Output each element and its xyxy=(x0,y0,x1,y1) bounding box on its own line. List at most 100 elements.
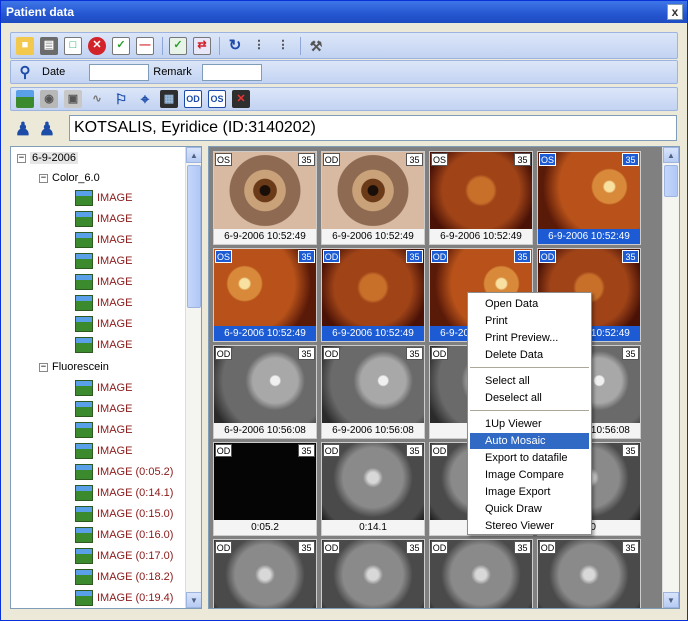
tools-button[interactable]: ⚒ xyxy=(305,35,327,57)
image-tile[interactable]: OD 35 xyxy=(537,539,641,608)
tree-item-label: IMAGE xyxy=(97,445,133,457)
print-button[interactable]: ▤ xyxy=(38,35,60,57)
tree-image-item[interactable]: IMAGE xyxy=(75,189,132,207)
collapse-tree-button[interactable]: ⋮ xyxy=(248,35,270,57)
tree-node-date[interactable]: − 6-9-2006 xyxy=(17,149,79,167)
od-button[interactable]: OD xyxy=(182,88,204,110)
tree-image-item[interactable]: IMAGE xyxy=(75,400,132,418)
open-folder-button[interactable]: ■ xyxy=(14,35,36,57)
expand-tree-button[interactable]: ⋮ xyxy=(272,35,294,57)
scan-button[interactable]: ▣ xyxy=(62,88,84,110)
image-tile[interactable]: OS 35 6-9-2006 10:52:49 xyxy=(213,248,317,342)
scroll-up-icon[interactable]: ▲ xyxy=(186,147,201,163)
collapse-icon[interactable]: − xyxy=(17,153,26,163)
image-tile[interactable]: OD 35 xyxy=(429,539,533,608)
remark-field[interactable] xyxy=(201,63,262,81)
tree-image-item[interactable]: IMAGE xyxy=(75,252,132,270)
remove-filmstrip-button[interactable]: ✕ xyxy=(230,88,252,110)
tree-image-item[interactable]: IMAGE (0:15.0) xyxy=(75,505,173,523)
angle-badge: 35 xyxy=(298,444,315,457)
menu-item-deselect-all[interactable]: Deselect all xyxy=(470,390,589,406)
tree-node-color[interactable]: − Color_6.0 xyxy=(39,169,100,187)
image-tile[interactable]: OD 35 6-9-2006 10:56:08 xyxy=(321,345,425,439)
tree-image-item[interactable]: IMAGE xyxy=(75,421,132,439)
scroll-up-icon[interactable]: ▲ xyxy=(663,147,679,163)
tree-image-item[interactable]: IMAGE (0:05.2) xyxy=(75,463,173,481)
image-tile[interactable]: OS 35 6-9-2006 10:52:49 xyxy=(429,151,533,245)
scroll-down-icon[interactable]: ▼ xyxy=(663,592,679,608)
target-button[interactable]: ⌖ xyxy=(134,88,156,110)
image-tile[interactable]: OD 35 0:14.1 xyxy=(321,442,425,536)
eye-side-badge: OD xyxy=(431,250,448,263)
tree-image-item[interactable]: IMAGE xyxy=(75,210,132,228)
close-button[interactable]: x xyxy=(667,4,683,20)
tree-image-item[interactable]: IMAGE (0:16.0) xyxy=(75,526,173,544)
image-tile[interactable]: OD 35 6-9-2006 10:52:49 xyxy=(321,248,425,342)
tree-image-item[interactable]: IMAGE xyxy=(75,315,132,333)
tile-caption: 6-9-2006 10:52:49 xyxy=(322,229,424,244)
tree-image-item[interactable]: IMAGE xyxy=(75,336,132,354)
tree-scrollbar[interactable]: ▲ ▼ xyxy=(185,147,201,608)
menu-item-print-preview[interactable]: Print Preview... xyxy=(470,330,589,346)
tree-node-fluorescein[interactable]: − Fluorescein xyxy=(39,358,109,376)
image-tile[interactable]: OS 35 6-9-2006 10:52:49 xyxy=(537,151,641,245)
transfer-button[interactable]: ⇄ xyxy=(191,35,213,57)
tree-image-item[interactable]: IMAGE xyxy=(75,294,132,312)
menu-item-open-data[interactable]: Open Data xyxy=(470,296,589,312)
camera-button[interactable]: ◉ xyxy=(38,88,60,110)
scroll-thumb[interactable] xyxy=(664,165,678,197)
approve-button[interactable]: ✓ xyxy=(110,35,132,57)
tree-image-item[interactable]: IMAGE (0:14.1) xyxy=(75,484,173,502)
image-tile[interactable]: OD 35 xyxy=(321,539,425,608)
collapse-icon[interactable]: − xyxy=(39,362,48,372)
delete-button[interactable]: ✕ xyxy=(86,35,108,57)
menu-item-stereo-viewer[interactable]: Stereo Viewer xyxy=(470,518,589,534)
draw-button[interactable]: ∿ xyxy=(86,88,108,110)
marker-button[interactable]: ⚐ xyxy=(110,88,132,110)
tree-image-item[interactable]: IMAGE (0:17.0) xyxy=(75,547,173,565)
image-tile[interactable]: OS 35 6-9-2006 10:52:49 xyxy=(213,151,317,245)
tree-item-label: IMAGE (0:05.2) xyxy=(97,466,174,478)
image-tile[interactable]: OD 35 6-9-2006 10:56:08 xyxy=(213,345,317,439)
image-tile[interactable]: OD 35 0:05.2 xyxy=(213,442,317,536)
menu-item-1up-viewer[interactable]: 1Up Viewer xyxy=(470,416,589,432)
patient-icon-button[interactable]: ♟ xyxy=(12,118,34,140)
tree-image-item[interactable]: IMAGE xyxy=(75,379,132,397)
menu-item-quick-draw[interactable]: Quick Draw xyxy=(470,501,589,517)
date-field[interactable] xyxy=(89,63,150,81)
menu-item-print[interactable]: Print xyxy=(470,313,589,329)
search-button[interactable]: ⚲ xyxy=(14,61,36,83)
tree-image-item[interactable]: IMAGE (0:19.4) xyxy=(75,589,173,607)
print-preview-button[interactable]: □ xyxy=(62,35,84,57)
tree-image-item[interactable]: IMAGE xyxy=(75,273,132,291)
eye-side-badge: OD xyxy=(323,541,340,554)
collapse-icon[interactable]: − xyxy=(39,173,48,183)
image-thumbnail-icon xyxy=(75,548,93,564)
grid-scrollbar[interactable]: ▲ ▼ xyxy=(662,147,679,608)
toolbar-separator xyxy=(219,36,220,55)
os-button[interactable]: OS xyxy=(206,88,228,110)
menu-item-delete-data[interactable]: Delete Data xyxy=(470,347,589,363)
refresh-button[interactable]: ↻ xyxy=(224,35,246,57)
tree-item-label: IMAGE xyxy=(97,213,133,225)
patient-person-button[interactable]: ♟ xyxy=(36,118,58,140)
scroll-thumb[interactable] xyxy=(187,165,201,308)
menu-item-auto-mosaic[interactable]: Auto Mosaic xyxy=(470,433,589,449)
verify-button[interactable]: ✓ xyxy=(167,35,189,57)
image-thumbnail-icon xyxy=(75,485,93,501)
tree-image-item[interactable]: IMAGE xyxy=(75,231,132,249)
image-tile[interactable]: OD 35 xyxy=(213,539,317,608)
menu-item-export-to-datafile[interactable]: Export to datafile xyxy=(470,450,589,466)
image-tile[interactable]: OD 35 6-9-2006 10:52:49 xyxy=(321,151,425,245)
tree-image-item[interactable]: IMAGE (0:18.2) xyxy=(75,568,173,586)
remove-button[interactable]: — xyxy=(134,35,156,57)
filmstrip-icon: ▦ xyxy=(160,90,178,108)
angle-badge: 35 xyxy=(406,541,423,554)
image-view-button[interactable] xyxy=(14,88,36,110)
tree-image-item[interactable]: IMAGE xyxy=(75,442,132,460)
menu-item-image-export[interactable]: Image Export xyxy=(470,484,589,500)
menu-item-image-compare[interactable]: Image Compare xyxy=(470,467,589,483)
filmstrip-button[interactable]: ▦ xyxy=(158,88,180,110)
menu-item-select-all[interactable]: Select all xyxy=(470,373,589,389)
scroll-down-icon[interactable]: ▼ xyxy=(186,592,201,608)
